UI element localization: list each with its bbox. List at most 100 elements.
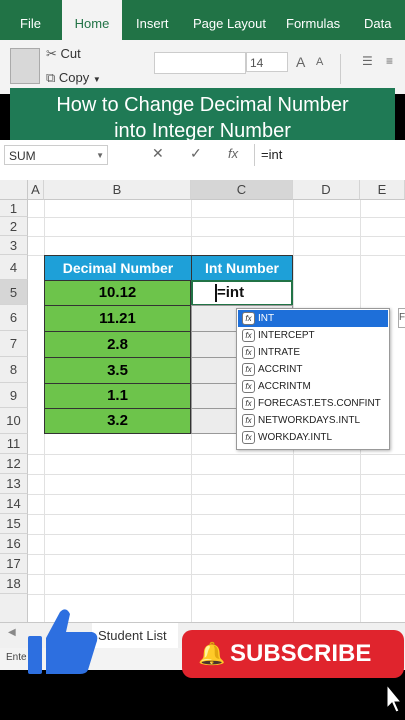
function-icon: fx [242, 431, 255, 444]
align-icon[interactable]: ☰ [362, 54, 373, 68]
wrap-icon[interactable]: ≡ [386, 54, 393, 68]
subscribe-label: SUBSCRIBE [230, 640, 372, 667]
tab-home[interactable]: Home [62, 0, 122, 40]
font-size-select[interactable]: 14 [246, 52, 288, 72]
grid-line [28, 217, 405, 218]
row-header-2[interactable]: 2 [0, 217, 28, 236]
decimal-cell[interactable]: 3.2 [44, 408, 191, 434]
row-header-16[interactable]: 16 [0, 534, 28, 554]
select-all-corner[interactable] [0, 180, 28, 200]
subscribe-button[interactable]: 🔔 SUBSCRIBE [182, 630, 404, 678]
row-header-10[interactable]: 10 [0, 408, 28, 434]
scissors-icon: ✂ [46, 46, 57, 61]
decimal-cell[interactable]: 3.5 [44, 357, 191, 384]
decimal-cell[interactable]: 1.1 [44, 383, 191, 409]
row-header-3[interactable]: 3 [0, 236, 28, 255]
cut-button[interactable]: ✂ Cut [46, 46, 81, 62]
text-cursor-icon [215, 284, 217, 302]
insert-function-icon[interactable]: fx [228, 146, 238, 161]
paste-icon[interactable] [10, 48, 40, 84]
ribbon-tab-bar: File Home Insert Page Layout Formulas Da… [0, 0, 405, 40]
row-header-9[interactable]: 9 [0, 383, 28, 408]
function-icon: fx [242, 414, 255, 427]
tab-page-layout[interactable]: Page Layout [193, 0, 266, 40]
row-header-13[interactable]: 13 [0, 474, 28, 494]
autocomplete-item-int[interactable]: fx INT [238, 310, 388, 327]
copy-icon: ⧉ [46, 70, 56, 85]
chevron-down-icon: ▼ [92, 75, 101, 84]
shrink-font-button[interactable]: A [316, 56, 323, 68]
grow-font-button[interactable]: A [296, 54, 305, 70]
decimal-cell[interactable]: 10.12 [44, 280, 191, 306]
row-header-15[interactable]: 15 [0, 514, 28, 534]
autocomplete-item[interactable]: fx FORECAST.ETS.CONFINT [238, 395, 388, 412]
grid-line [28, 574, 405, 575]
autocomplete-item[interactable]: fx ACCRINTM [238, 378, 388, 395]
grid-line [28, 594, 405, 595]
mouse-pointer-icon [386, 683, 403, 714]
ribbon: ✂ Cut ⧉ Copy ▼ 14 A A ☰ ≡ [0, 40, 405, 94]
sheet-tab-student-list[interactable]: Student List [92, 623, 178, 649]
formula-input[interactable]: =int [254, 144, 405, 166]
formula-bar: SUM ▼ ✕ ✓ fx =int [0, 140, 405, 173]
function-icon: fx [242, 329, 255, 342]
autocomplete-item[interactable]: fx NETWORKDAYS.INTL [238, 412, 388, 429]
function-icon: fx [242, 397, 255, 410]
tab-insert[interactable]: Insert [136, 0, 169, 40]
enter-icon[interactable]: ✓ [190, 145, 202, 162]
decimal-cell[interactable]: 11.21 [44, 305, 191, 332]
copy-button[interactable]: ⧉ Copy ▼ [46, 70, 101, 86]
column-header-c[interactable]: C [191, 180, 293, 200]
function-icon: fx [242, 312, 255, 325]
grid-line [28, 474, 405, 475]
grid-line [28, 554, 405, 555]
row-header-14[interactable]: 14 [0, 494, 28, 514]
tab-data[interactable]: Data [364, 0, 391, 40]
scroll-left-icon[interactable]: ◀ [8, 627, 16, 638]
grid-line [28, 236, 405, 237]
function-tooltip-edge: F [398, 308, 405, 328]
grid-line [28, 494, 405, 495]
row-header-18[interactable]: 18 [0, 574, 28, 594]
row-header-12[interactable]: 12 [0, 454, 28, 474]
column-header-b[interactable]: B [44, 180, 191, 200]
autocomplete-item[interactable]: fx INTRATE [238, 344, 388, 361]
status-mode: Ente [6, 652, 27, 663]
row-header-17[interactable]: 17 [0, 554, 28, 574]
title-banner: How to Change Decimal Number into Intege… [10, 88, 395, 146]
banner-line-1: How to Change Decimal Number [56, 94, 349, 116]
bell-icon: 🔔 [198, 641, 226, 666]
header-decimal-number[interactable]: Decimal Number [44, 255, 192, 281]
row-header-5[interactable]: 5 [0, 280, 28, 305]
autocomplete-item[interactable]: fx WORKDAY.INTL [238, 429, 388, 446]
row-header-8[interactable]: 8 [0, 357, 28, 383]
decimal-cell[interactable]: 2.8 [44, 331, 191, 358]
header-int-number[interactable]: Int Number [191, 255, 293, 281]
tab-formulas[interactable]: Formulas [286, 0, 340, 40]
row-header-6[interactable]: 6 [0, 305, 28, 331]
active-cell-entry: =int [217, 284, 245, 301]
active-cell-c5[interactable]: =int [191, 280, 293, 306]
grid-line [28, 454, 405, 455]
autocomplete-item[interactable]: fx ACCRINT [238, 361, 388, 378]
row-header-7[interactable]: 7 [0, 331, 28, 357]
name-box[interactable]: SUM ▼ [4, 145, 108, 165]
chevron-down-icon: ▼ [96, 151, 104, 160]
row-header-4[interactable]: 4 [0, 255, 28, 280]
grid-line [28, 534, 405, 535]
tab-file[interactable]: File [20, 0, 41, 40]
row-header-1[interactable]: 1 [0, 200, 28, 217]
cancel-icon[interactable]: ✕ [152, 145, 164, 162]
font-name-select[interactable] [154, 52, 246, 74]
function-icon: fx [242, 346, 255, 359]
function-icon: fx [242, 363, 255, 376]
thumbs-up-icon [26, 606, 102, 678]
ribbon-divider [340, 54, 341, 84]
row-header-11[interactable]: 11 [0, 434, 28, 454]
grid-line [28, 514, 405, 515]
column-header-e[interactable]: E [360, 180, 405, 200]
autocomplete-item[interactable]: fx INTERCEPT [238, 327, 388, 344]
column-header-d[interactable]: D [293, 180, 360, 200]
function-autocomplete-list: fx INT fx INTERCEPT fx INTRATE fx ACCRINT fx… [236, 308, 390, 450]
column-header-a[interactable]: A [28, 180, 44, 200]
